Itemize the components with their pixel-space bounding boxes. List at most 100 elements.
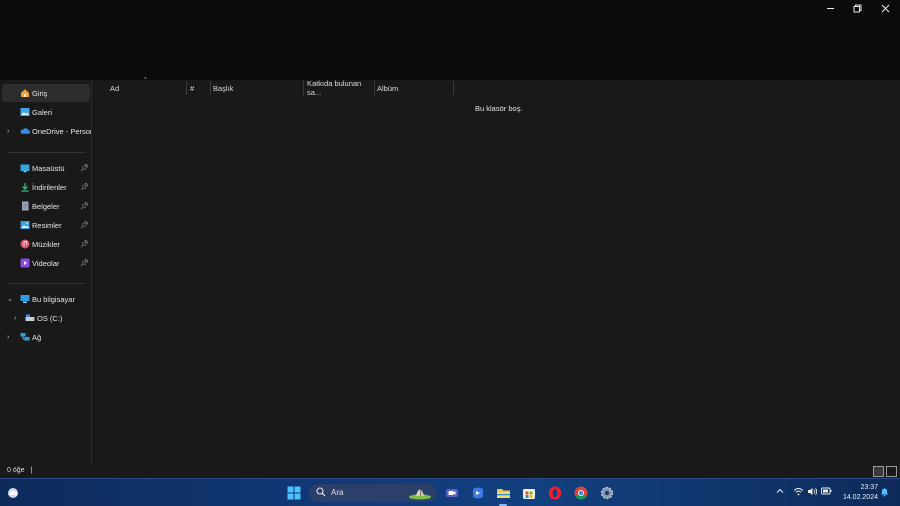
battery-icon: [821, 487, 832, 495]
store-icon: [523, 489, 535, 499]
home-icon: [20, 88, 30, 98]
search-icon: [316, 487, 326, 499]
sidebar-item-label: Ağ: [32, 332, 42, 342]
volume-icon: [808, 487, 818, 496]
chevron-right-icon[interactable]: ›: [14, 315, 20, 322]
restore-button[interactable]: [843, 0, 871, 16]
battery-button[interactable]: [821, 487, 832, 497]
close-icon: [881, 4, 889, 12]
music-icon: [20, 239, 30, 249]
explorer-main: Giriş Galeri › OneDrive - Persona Masaüs…: [0, 77, 900, 478]
weather-icon: [8, 488, 18, 498]
sidebar-item-bu-bilgisayar[interactable]: ⌄ Bu bilgisayar: [2, 290, 90, 308]
taskbar-app-chrome[interactable]: [573, 485, 589, 501]
sidebar-item-label: Masaüstü: [32, 163, 65, 173]
sidebar-item-label: OneDrive - Persona: [32, 126, 92, 136]
pin-icon[interactable]: 📌︎: [80, 202, 89, 210]
details-view-button[interactable]: [873, 466, 884, 477]
sidebar-item-muzikler[interactable]: Müzikler 📌︎: [2, 235, 90, 253]
sidebar-item-label: Giriş: [32, 88, 48, 98]
taskbar-app-opera[interactable]: [547, 485, 563, 501]
sidebar-item-label: Videolar: [32, 258, 60, 268]
pin-icon[interactable]: 📌︎: [80, 164, 89, 172]
chevron-right-icon[interactable]: ›: [7, 128, 13, 135]
pin-icon[interactable]: 📌︎: [80, 183, 89, 191]
close-button[interactable]: [871, 0, 899, 16]
chrome-icon: [574, 486, 588, 500]
clock-date: 14.02.2024: [842, 494, 878, 501]
empty-folder-message: Bu klasör boş.: [475, 104, 523, 113]
notification-button[interactable]: [880, 487, 889, 499]
network-icon: [20, 332, 30, 342]
tiles-view-button[interactable]: [886, 466, 897, 477]
opera-icon: [549, 486, 561, 500]
settings-icon: [600, 486, 614, 500]
item-count-label: 0 öğe: [7, 467, 25, 474]
sidebar-item-onedrive[interactable]: › OneDrive - Persona: [2, 122, 92, 140]
sidebar-item-label: OS (C:): [37, 313, 63, 323]
item-count: 0 öğe |: [7, 467, 32, 474]
sidebar-item-label: Belgeler: [32, 201, 60, 211]
restore-icon: [853, 4, 861, 12]
column-header-album[interactable]: Albüm: [374, 81, 454, 95]
taskbar: Ara 23:37 14.02.2024: [0, 478, 900, 506]
chevron-up-icon: [776, 488, 784, 493]
search-highlight-icon: [409, 489, 431, 500]
volume-button[interactable]: [807, 487, 818, 498]
taskbar-app-store[interactable]: [521, 485, 537, 501]
minimize-button[interactable]: [816, 0, 844, 16]
video-icon: [20, 258, 30, 268]
copilot-icon: [473, 487, 483, 499]
sidebar-item-masaustu[interactable]: Masaüstü 📌︎: [2, 159, 90, 177]
pin-icon[interactable]: 📌︎: [80, 221, 89, 229]
document-icon: [20, 201, 30, 211]
pictures-icon: [20, 220, 30, 230]
column-header-row: ^ Ad # Başlık Katkıda bulunan sa... Albü…: [93, 77, 900, 97]
column-header-ad[interactable]: Ad: [107, 81, 187, 95]
status-bar: 0 öğe |: [0, 464, 900, 478]
sidebar-divider: [8, 283, 86, 284]
chevron-down-icon[interactable]: ⌄: [7, 295, 13, 303]
title-bar: [0, 0, 900, 80]
sidebar-item-label: İndirilenler: [32, 182, 67, 192]
computer-icon: [20, 294, 30, 304]
sidebar-item-indirilenler[interactable]: İndirilenler 📌︎: [2, 178, 90, 196]
navigation-pane: Giriş Galeri › OneDrive - Persona Masaüs…: [0, 80, 92, 464]
show-hidden-icons-button[interactable]: [776, 487, 784, 497]
pin-icon[interactable]: 📌︎: [80, 240, 89, 248]
wifi-icon: [793, 488, 804, 496]
taskbar-clock[interactable]: 23:37 14.02.2024: [838, 483, 878, 503]
taskbar-app-copilot[interactable]: [470, 485, 486, 501]
wifi-button[interactable]: [793, 487, 804, 498]
start-button[interactable]: [286, 485, 302, 501]
column-header-katkida[interactable]: Katkıda bulunan sa...: [304, 79, 375, 97]
sidebar-item-os-c[interactable]: › OS (C:): [2, 309, 90, 327]
pin-icon[interactable]: 📌︎: [80, 259, 89, 267]
minimize-icon: [826, 7, 834, 9]
sidebar-item-resimler[interactable]: Resimler 📌︎: [2, 216, 90, 234]
chevron-right-icon[interactable]: ›: [7, 334, 13, 341]
column-header-baslik[interactable]: Başlık: [210, 81, 304, 95]
taskbar-app-settings[interactable]: [599, 485, 615, 501]
sidebar-item-ag[interactable]: › Ağ: [2, 328, 90, 346]
file-explorer-icon: [496, 489, 510, 498]
column-header-number[interactable]: #: [187, 81, 211, 95]
file-list: ^ Ad # Başlık Katkıda bulunan sa... Albü…: [93, 77, 900, 464]
drive-icon: [25, 313, 35, 323]
sidebar-item-galeri[interactable]: Galeri: [2, 103, 90, 121]
gallery-icon: [20, 107, 30, 117]
taskbar-search[interactable]: Ara: [309, 484, 437, 502]
sidebar-item-belgeler[interactable]: Belgeler 📌︎: [2, 197, 90, 215]
taskbar-app-file-explorer[interactable]: [495, 485, 511, 501]
clock-time: 23:37: [860, 484, 878, 491]
sidebar-item-label: Galeri: [32, 107, 53, 117]
windows-start-icon: [287, 486, 301, 500]
sidebar-item-videolar[interactable]: Videolar 📌︎: [2, 254, 90, 272]
search-label: Ara: [331, 488, 344, 497]
status-separator: |: [30, 467, 33, 474]
sidebar-divider: [8, 152, 86, 153]
weather-widget[interactable]: [5, 485, 21, 501]
bell-icon: [881, 488, 888, 497]
taskbar-app-meet[interactable]: [444, 485, 460, 501]
sidebar-item-giris[interactable]: Giriş: [2, 84, 90, 102]
